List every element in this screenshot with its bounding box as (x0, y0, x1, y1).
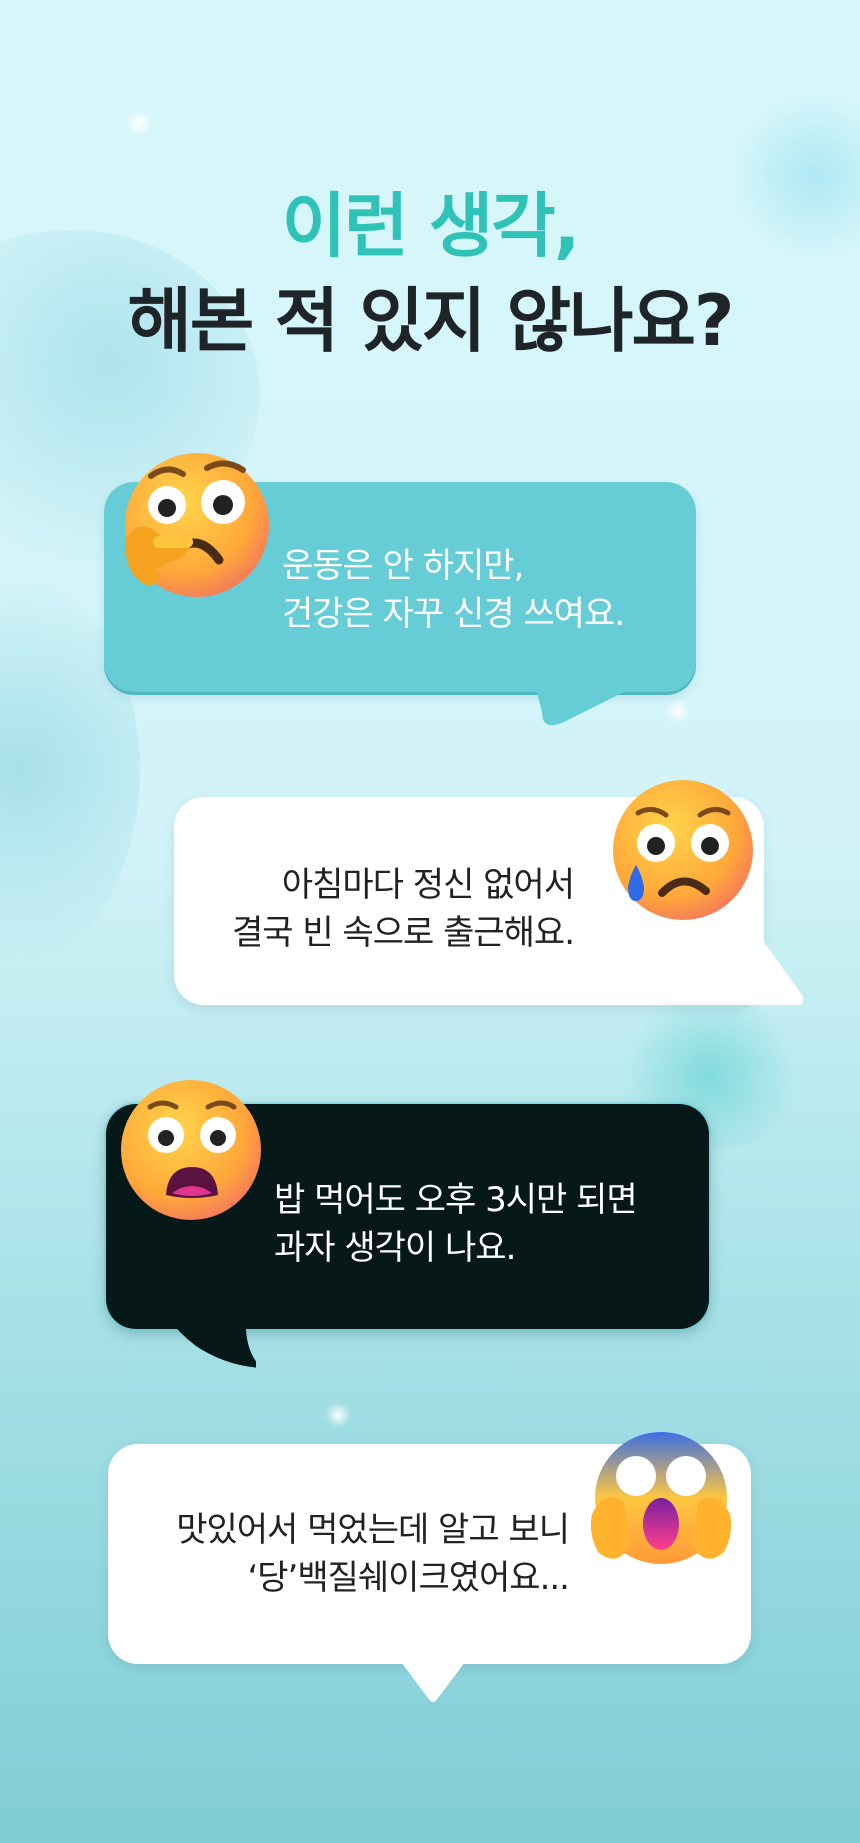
bubble-tail (166, 1316, 256, 1368)
bubble-tail (726, 917, 804, 1005)
title-line-accent: 이런 생각, (281, 185, 581, 267)
bubble-line: 밥 먹어도 오후 3시만 되면 (274, 1180, 638, 1220)
page: 이런 생각, 해본 적 있지 않나요? 운동은 안 하지만, 건강은 자꾸 신경… (0, 0, 860, 1843)
bubble-line: ‘당’백질쉐이크였어요... (247, 1558, 570, 1598)
bubble-line: 건강은 자꾸 신경 쓰여요. (282, 594, 625, 634)
sparkle (325, 1402, 351, 1428)
bubble-text: 운동은 안 하지만, 건강은 자꾸 신경 쓰여요. (282, 542, 625, 638)
sparkle (665, 698, 691, 724)
anguished-face-icon (121, 1080, 261, 1220)
bubble-tail (534, 682, 644, 726)
sad-tear-face-icon (613, 780, 753, 920)
title-line-main: 해본 적 있지 않나요? (127, 280, 735, 362)
bubble-line: 운동은 안 하지만, (282, 546, 524, 586)
bubble-tail (398, 1658, 468, 1702)
thinking-face-icon (125, 453, 269, 597)
bubble-text: 맛있어서 먹었는데 알고 보니 ‘당’백질쉐이크였어요... (176, 1506, 570, 1602)
sparkle (126, 110, 152, 136)
bubble-line: 결국 빈 속으로 출근해요. (231, 913, 575, 953)
bubble-line: 과자 생각이 나요. (274, 1228, 516, 1268)
bubble-text: 밥 먹어도 오후 3시만 되면 과자 생각이 나요. (274, 1176, 638, 1272)
bubble-line: 맛있어서 먹었는데 알고 보니 (176, 1510, 570, 1550)
bubble-line: 아침마다 정신 없어서 (281, 865, 575, 905)
bubble-text: 아침마다 정신 없어서 결국 빈 속으로 출근해요. (231, 861, 575, 957)
screaming-face-icon (590, 1432, 732, 1564)
